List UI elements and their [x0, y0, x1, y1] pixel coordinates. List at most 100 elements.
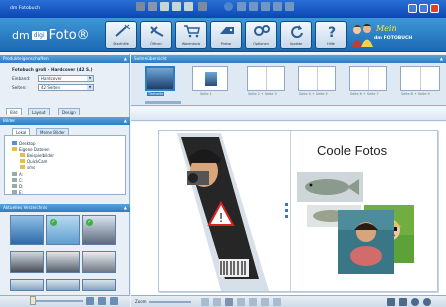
tree-item[interactable]: Desktop [12, 141, 36, 146]
delete-page-icon[interactable] [273, 298, 281, 306]
product-panel-header: Produkteigenschaften ▲ [0, 55, 130, 63]
image-thumbnail[interactable] [46, 251, 80, 273]
page-label: Seite 4 + Seite 5 [299, 92, 328, 96]
preview-icon[interactable] [411, 298, 419, 306]
update-button[interactable]: Update [280, 21, 312, 49]
pen-icon[interactable] [160, 2, 169, 11]
tree-item[interactable]: D: [12, 184, 23, 189]
app-header: dm digi Foto® Starthilfe Öffnen Warenkorb … [0, 18, 446, 52]
chevron-down-icon: ▼ [87, 85, 93, 90]
strip-scrollbar[interactable] [145, 101, 181, 104]
app-window: dm Fotobuch dm digi Foto® Starthilfe Öffne… [0, 0, 446, 307]
page-thumbnail[interactable] [192, 66, 228, 91]
prev-page-icon[interactable] [213, 298, 221, 306]
page-title[interactable]: Coole Fotos [317, 143, 387, 158]
check-icon: ✓ [86, 219, 93, 226]
resize-handle[interactable] [285, 203, 288, 206]
options-button[interactable]: Optionen [245, 21, 277, 49]
collapse-icon[interactable]: ▲ [124, 204, 127, 212]
tab-bild[interactable]: Bild [6, 108, 22, 115]
page-thumbnail-selected[interactable] [145, 66, 175, 91]
help-button[interactable]: ? Hilfe [315, 21, 347, 49]
tree-item[interactable]: E: [12, 190, 23, 195]
page-thumbnail[interactable] [247, 66, 285, 91]
background-icon[interactable] [273, 2, 282, 11]
image-thumbnail[interactable] [10, 251, 44, 273]
list-view-icon[interactable] [98, 297, 106, 305]
photo-swim[interactable] [338, 210, 394, 274]
photo-frame-left[interactable]: ! [159, 131, 279, 293]
print-icon[interactable] [399, 298, 407, 306]
starthilfe-button[interactable]: Starthilfe [105, 21, 137, 49]
image-thumbnail[interactable] [82, 251, 116, 273]
maximize-button[interactable] [419, 4, 428, 13]
save-icon[interactable] [387, 298, 395, 306]
tab-design[interactable]: Design [58, 108, 80, 115]
collapse-icon[interactable]: ▲ [440, 55, 443, 63]
gear-icon [254, 25, 270, 36]
page-thumbnail[interactable] [298, 66, 336, 91]
collapse-icon[interactable]: ▲ [124, 117, 127, 125]
tree-item[interactable]: C: [12, 178, 23, 183]
grid-view-icon[interactable] [86, 297, 94, 305]
app-logo: dm digi Foto® [12, 28, 90, 43]
refresh-icon[interactable] [110, 297, 118, 305]
pages-select[interactable]: 42 Seiten ▼ [38, 84, 94, 91]
text-icon[interactable] [148, 2, 157, 11]
images-panel-header: Bilder ▲ [0, 117, 130, 125]
tree-item[interactable]: Beispielbilder [20, 153, 54, 158]
image-thumbnail[interactable] [10, 279, 44, 291]
image-thumbnail[interactable] [46, 279, 80, 291]
frame-icon[interactable] [261, 2, 270, 11]
layer-icon[interactable] [237, 2, 246, 11]
image-thumbnail[interactable] [82, 279, 116, 291]
editor-toolbar [131, 107, 446, 121]
zoom-slider[interactable] [149, 301, 191, 303]
image-thumbnail[interactable]: ✓ [46, 215, 80, 245]
tab-meine-bilder[interactable]: Meine Bilder [36, 128, 69, 135]
binding-select[interactable]: Hardcover ▼ [38, 75, 94, 82]
last-page-icon[interactable] [249, 298, 257, 306]
window-title: dm Fotobuch [10, 6, 41, 11]
collapse-icon[interactable]: ▲ [124, 55, 127, 63]
open-button[interactable]: Öffnen [140, 21, 172, 49]
undo-icon[interactable] [172, 2, 181, 11]
tree-item[interactable]: QuickCam [20, 159, 47, 164]
align-icon[interactable] [285, 2, 294, 11]
prices-button[interactable]: Preise [210, 21, 242, 49]
page-label: Seite 1 [200, 92, 212, 96]
resize-handle[interactable] [285, 215, 288, 218]
fill-icon[interactable] [198, 2, 207, 11]
cart-button[interactable]: Warenkorb [175, 21, 207, 49]
cart-icon [184, 25, 200, 38]
wand-icon [115, 24, 131, 37]
tree-item[interactable]: sms [20, 165, 35, 170]
photo-fish[interactable] [297, 172, 363, 202]
next-page-icon[interactable] [237, 298, 245, 306]
image-thumbnail[interactable] [10, 215, 44, 245]
add-page-icon[interactable] [261, 298, 269, 306]
chevron-down-icon: ▼ [87, 76, 93, 81]
size-slider[interactable] [35, 300, 83, 302]
promo-banner: Mein dm FOTOBUCH [350, 23, 440, 47]
svg-text:!: ! [219, 211, 224, 225]
image-thumbnail[interactable]: ✓ [82, 215, 116, 245]
resize-handle[interactable] [285, 209, 288, 212]
minimize-button[interactable] [408, 4, 417, 13]
page-icon[interactable] [225, 298, 233, 306]
image-icon[interactable] [249, 2, 258, 11]
close-button[interactable] [430, 4, 439, 13]
page-thumbnail[interactable] [349, 66, 387, 91]
settings-icon[interactable] [423, 298, 431, 306]
tree-item[interactable]: Eigene Dateien [12, 147, 50, 152]
globe-icon[interactable] [224, 2, 233, 11]
tree-item[interactable]: A: [12, 172, 23, 177]
tab-layout[interactable]: Layout [28, 108, 50, 115]
page-thumbnail[interactable] [400, 66, 440, 91]
page-label: Seite 2 + Seite 3 [248, 92, 277, 96]
folder-panel-header: Aktuelles Verzeichnis ▲ [0, 204, 130, 212]
crop-icon[interactable] [136, 2, 145, 11]
redo-icon[interactable] [184, 2, 193, 11]
tab-lokal[interactable]: Lokal [12, 128, 31, 135]
first-page-icon[interactable] [201, 298, 209, 306]
